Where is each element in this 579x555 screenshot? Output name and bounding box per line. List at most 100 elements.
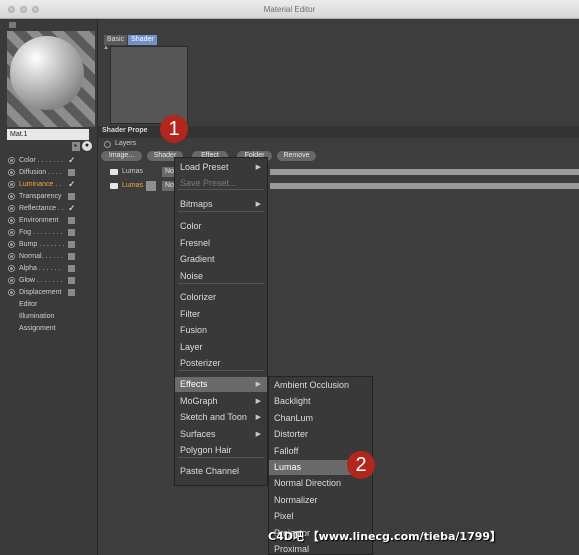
channel-item[interactable]: Fog . . . . . . . . — [0, 227, 98, 239]
menu-item-effects[interactable]: Effects ▶ — [175, 377, 267, 392]
effects-item-normal-direction[interactable]: Normal Direction — [269, 476, 372, 491]
material-preview[interactable] — [7, 31, 95, 127]
layers-radio-icon[interactable] — [104, 141, 111, 148]
channel-checkbox[interactable] — [68, 289, 75, 296]
tab-shader[interactable]: Shader — [128, 35, 157, 45]
channel-item[interactable]: Illumination — [0, 311, 98, 323]
channel-checkbox[interactable] — [68, 277, 75, 284]
channel-item[interactable]: Transparency — [0, 191, 98, 203]
effects-item-backlight[interactable]: Backlight — [269, 394, 372, 409]
menu-item-fusion[interactable]: Fusion — [175, 323, 267, 338]
channel-radio-icon[interactable] — [8, 277, 15, 284]
channel-item[interactable]: Glow . . . . . . . — [0, 275, 98, 287]
layer-name: Lumas — [122, 168, 144, 175]
collapse-arrow-icon[interactable]: ▲ — [103, 45, 109, 51]
menu-item-polygon-hair[interactable]: Polygon Hair — [175, 443, 267, 458]
eye-icon[interactable] — [110, 169, 118, 175]
menu-separator — [178, 211, 264, 212]
submenu-arrow-icon: ▶ — [255, 201, 261, 208]
menu-item-fresnel[interactable]: Fresnel — [175, 236, 267, 251]
channel-item[interactable]: Normal. . . . . . — [0, 251, 98, 263]
opacity-slider[interactable] — [270, 183, 579, 189]
channel-radio-icon[interactable] — [8, 289, 15, 296]
shader-properties-title: Shader Prope — [102, 127, 148, 134]
menu-item-layer[interactable]: Layer — [175, 340, 267, 355]
channel-label: Transparency — [19, 193, 62, 200]
channel-checkbox[interactable] — [68, 229, 75, 236]
menu-item-label: Noise — [180, 271, 204, 281]
globe-icon[interactable]: ● — [82, 141, 92, 151]
grip-icon[interactable] — [9, 22, 16, 28]
menu-item-sketch-and-toon[interactable]: Sketch and Toon ▶ — [175, 410, 267, 425]
menu-item-label: Colorizer — [180, 292, 217, 302]
menu-item-label: Sketch and Toon — [180, 412, 247, 422]
channel-item[interactable]: Displacement — [0, 287, 98, 299]
effects-item-ambient-occlusion[interactable]: Ambient Occlusion — [269, 378, 372, 393]
channel-item[interactable]: Alpha . . . . . . — [0, 263, 98, 275]
tab-basic[interactable]: Basic — [104, 35, 128, 45]
menu-item-label: Bitmaps — [180, 199, 213, 209]
menu-item-label: Load Preset — [180, 162, 229, 172]
opacity-slider[interactable] — [270, 169, 579, 175]
effects-item-pixel[interactable]: Pixel — [269, 509, 372, 524]
submenu-arrow-icon: ▶ — [255, 164, 261, 171]
effects-item-normalizer[interactable]: Normalizer — [269, 493, 372, 508]
channel-item[interactable]: Luminance . . ✓ — [0, 179, 98, 191]
channel-checkbox[interactable] — [68, 265, 75, 272]
channel-label: Fog . . . . . . . . — [19, 229, 63, 236]
channel-radio-icon[interactable] — [8, 181, 15, 188]
shader-context-menu: Load Preset ▶ Save Preset... Bitmaps ▶ Color F… — [174, 157, 268, 486]
image-button[interactable]: Image... — [101, 151, 142, 161]
channel-item[interactable]: Environment — [0, 215, 98, 227]
menu-item-mograph[interactable]: MoGraph ▶ — [175, 394, 267, 409]
menu-item-load-preset[interactable]: Load Preset ▶ — [175, 160, 267, 175]
effects-item-chanlum[interactable]: ChanLum — [269, 411, 372, 426]
channel-item[interactable]: Editor — [0, 299, 98, 311]
channel-radio-icon[interactable] — [8, 217, 15, 224]
channel-radio-icon[interactable] — [8, 157, 15, 164]
channel-label: Environment — [19, 217, 59, 224]
menu-item-posterizer[interactable]: Posterizer — [175, 356, 267, 371]
channel-radio-icon[interactable] — [8, 253, 15, 260]
menu-item-colorizer[interactable]: Colorizer — [175, 290, 267, 305]
checkmark-icon[interactable]: ✓ — [68, 180, 76, 189]
channel-item[interactable]: Color . . . . . . . ✓ — [0, 155, 98, 167]
menu-item-bitmaps[interactable]: Bitmaps ▶ — [175, 197, 267, 212]
menu-item-noise[interactable]: Noise — [175, 269, 267, 284]
channel-radio-icon[interactable] — [8, 193, 15, 200]
channel-checkbox[interactable] — [68, 217, 75, 224]
menu-item-label: Paste Channel — [180, 466, 240, 476]
eye-icon[interactable] — [110, 183, 118, 189]
effects-item-distorter[interactable]: Distorter — [269, 427, 372, 442]
channel-item[interactable]: Reflectance . . ✓ — [0, 203, 98, 215]
channel-checkbox[interactable] — [68, 169, 75, 176]
channel-item[interactable]: Assignment — [0, 323, 98, 335]
channel-radio-icon[interactable] — [8, 265, 15, 272]
channel-checkbox[interactable] — [68, 241, 75, 248]
menu-item-label: Polygon Hair — [180, 445, 232, 455]
channel-label: Bump . . . . . . . — [19, 241, 65, 248]
checkmark-icon[interactable]: ✓ — [68, 204, 76, 213]
menu-item-color[interactable]: Color — [175, 219, 267, 234]
menu-item-label: Posterizer — [180, 358, 221, 368]
channel-radio-icon[interactable] — [8, 169, 15, 176]
menu-item-paste-channel[interactable]: Paste Channel — [175, 464, 267, 479]
channel-checkbox[interactable] — [68, 193, 75, 200]
submenu-arrow-icon: ▶ — [255, 381, 261, 388]
checkmark-icon[interactable]: ✓ — [68, 156, 76, 165]
menu-item-filter[interactable]: Filter — [175, 307, 267, 322]
menu-item-label: MoGraph — [180, 396, 218, 406]
layer-swatch — [146, 181, 156, 191]
material-name-field[interactable]: Mat.1 — [7, 129, 89, 140]
channel-radio-icon[interactable] — [8, 205, 15, 212]
channel-item[interactable]: Diffusion . . . . — [0, 167, 98, 179]
expand-arrow-icon[interactable]: ▸ — [72, 142, 80, 151]
channel-checkbox[interactable] — [68, 253, 75, 260]
channel-radio-icon[interactable] — [8, 241, 15, 248]
channel-label: Diffusion . . . . — [19, 169, 62, 176]
menu-item-surfaces[interactable]: Surfaces ▶ — [175, 427, 267, 442]
channel-item[interactable]: Bump . . . . . . . — [0, 239, 98, 251]
menu-item-gradient[interactable]: Gradient — [175, 252, 267, 267]
channel-radio-icon[interactable] — [8, 229, 15, 236]
remove-button[interactable]: Remove — [277, 151, 316, 161]
